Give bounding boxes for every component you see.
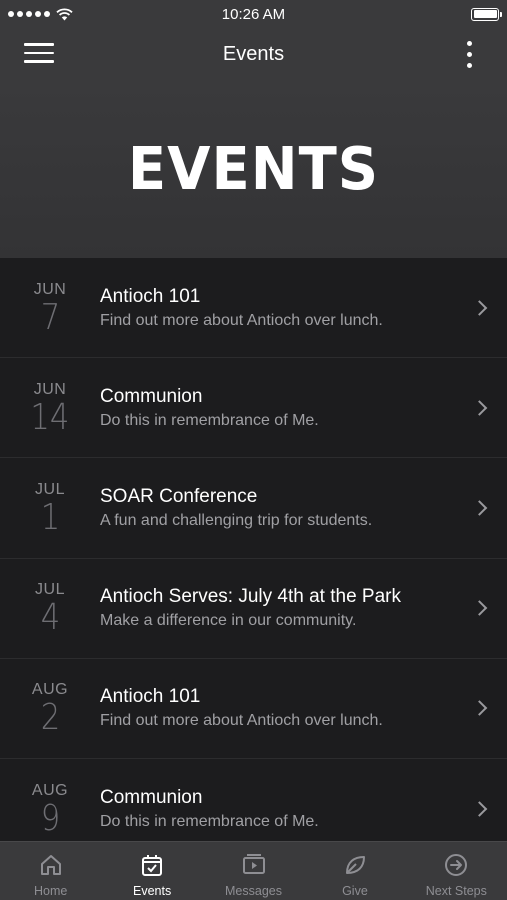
event-date: JUL 1: [0, 479, 100, 537]
tab-label: Next Steps: [425, 884, 487, 898]
event-text: Antioch 101 Find out more about Antioch …: [100, 286, 507, 330]
event-list: JUN 7 Antioch 101 Find out more about An…: [0, 258, 507, 841]
event-row[interactable]: JUN 7 Antioch 101 Find out more about An…: [0, 258, 507, 359]
event-row[interactable]: JUL 4 Antioch Serves: July 4th at the Pa…: [0, 559, 507, 659]
event-row[interactable]: AUG 2 Antioch 101 Find out more about An…: [0, 659, 507, 759]
hero-banner: EVENTS: [0, 80, 507, 258]
tab-next-steps[interactable]: Next Steps: [406, 842, 507, 900]
event-description: Do this in remembrance of Me.: [100, 812, 319, 830]
battery-icon: [471, 7, 502, 21]
event-row[interactable]: JUN 14 Communion Do this in remembrance …: [0, 358, 507, 459]
tab-label: Give: [342, 884, 368, 898]
event-title: Antioch 101: [100, 285, 201, 307]
home-icon: [40, 855, 61, 875]
status-time: 10:26 AM: [221, 5, 286, 23]
tab-home[interactable]: Home: [0, 842, 101, 900]
wifi-icon: [56, 7, 73, 20]
event-date: JUN 7: [0, 279, 100, 337]
event-day: 7: [40, 296, 60, 338]
status-bar: 10:26 AM: [0, 0, 507, 28]
event-date: JUN 14: [0, 379, 100, 437]
more-options-icon[interactable]: [459, 39, 479, 69]
tab-events[interactable]: Events: [101, 842, 202, 900]
event-text: Communion Do this in remembrance of Me.: [100, 386, 507, 430]
event-date: AUG 2: [0, 679, 100, 737]
page-title: Events: [222, 42, 285, 65]
event-day: 14: [30, 396, 70, 438]
navigation-bar: Events: [0, 28, 507, 80]
event-description: Make a difference in our community.: [100, 612, 357, 630]
event-text: SOAR Conference A fun and challenging tr…: [100, 486, 507, 530]
leaf-icon: [345, 856, 365, 874]
event-description: Find out more about Antioch over lunch.: [100, 712, 383, 730]
event-date: JUL 4: [0, 579, 100, 637]
event-day: 2: [40, 697, 60, 739]
tab-label: Events: [133, 884, 172, 898]
tab-bar: Home Events Messages Give Next Steps: [0, 841, 507, 900]
event-title: Antioch 101: [100, 686, 201, 708]
event-title: Antioch Serves: July 4th at the Park: [100, 586, 401, 608]
event-title: Communion: [100, 385, 203, 407]
event-text: Antioch 101 Find out more about Antioch …: [100, 686, 507, 730]
event-title: Communion: [100, 786, 203, 808]
event-title: SOAR Conference: [100, 485, 258, 507]
hero-title: EVENTS: [127, 134, 380, 204]
tab-label: Messages: [225, 884, 282, 898]
event-description: Do this in remembrance of Me.: [100, 411, 319, 429]
tab-give[interactable]: Give: [304, 842, 405, 900]
calendar-icon: [142, 855, 163, 876]
tab-label: Home: [34, 884, 68, 898]
event-text: Communion Do this in remembrance of Me.: [100, 787, 507, 831]
event-date: AUG 9: [0, 780, 100, 838]
event-day: 9: [40, 797, 60, 839]
event-description: Find out more about Antioch over lunch.: [100, 311, 383, 329]
event-day: 1: [40, 496, 60, 538]
event-text: Antioch Serves: July 4th at the Park Mak…: [100, 586, 507, 630]
arrow-circle-icon: [445, 854, 468, 876]
hamburger-menu-icon[interactable]: [24, 40, 54, 66]
event-row[interactable]: AUG 9 Communion Do this in remembrance o…: [0, 759, 507, 841]
event-row[interactable]: JUL 1 SOAR Conference A fun and challeng…: [0, 458, 507, 559]
video-icon: [242, 854, 265, 874]
event-day: 4: [40, 597, 60, 639]
signal-indicators: [8, 7, 73, 21]
tab-messages[interactable]: Messages: [203, 842, 304, 900]
event-description: A fun and challenging trip for students.: [100, 511, 373, 529]
signal-strength-icon: [8, 11, 50, 17]
